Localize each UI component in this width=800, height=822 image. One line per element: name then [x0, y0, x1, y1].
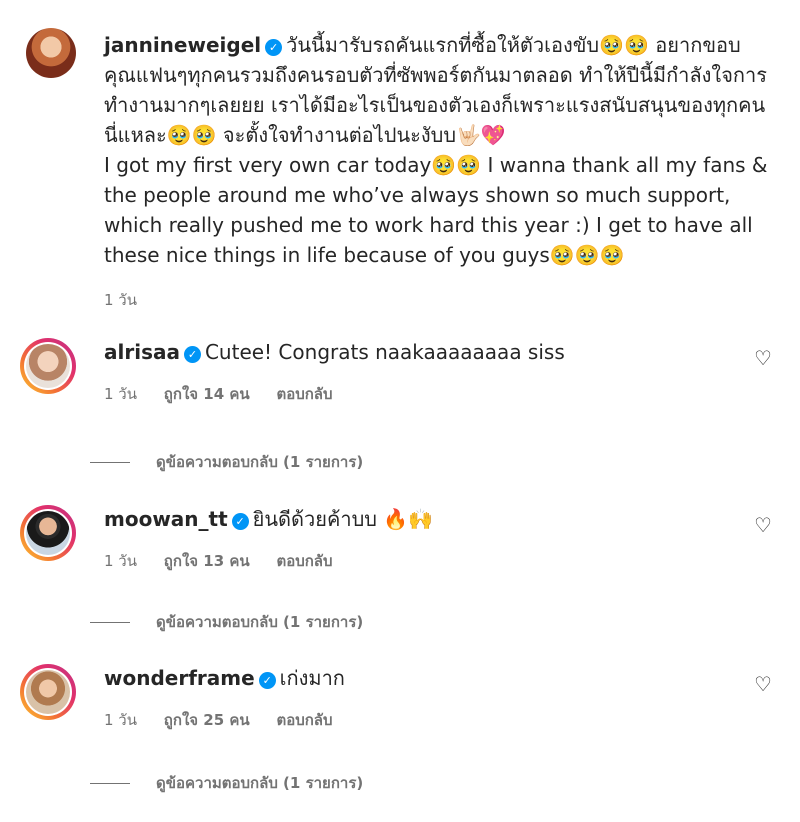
- heart-outline-icon[interactable]: ♡: [754, 348, 774, 368]
- comment-content: เก่งมาก: [279, 666, 345, 690]
- view-replies-button[interactable]: ดูข้อความตอบกลับ (1 รายการ): [90, 610, 363, 634]
- comment-likes[interactable]: ถูกใจ 14 คน: [164, 385, 250, 403]
- view-replies-label[interactable]: ดูข้อความตอบกลับ (1 รายการ): [156, 771, 363, 795]
- heart-outline-icon[interactable]: ♡: [754, 674, 774, 694]
- comment-time: 1 วัน: [104, 552, 137, 570]
- replies-divider: [90, 621, 130, 623]
- author-username[interactable]: jannineweigel: [104, 33, 261, 57]
- commenter-username[interactable]: moowan_tt: [104, 507, 228, 531]
- caption-text-en: I got my first very own car today🥹🥹 I wa…: [104, 153, 768, 267]
- verified-badge-icon: ✓: [183, 346, 201, 363]
- reply-button[interactable]: ตอบกลับ: [276, 711, 332, 729]
- view-replies-label[interactable]: ดูข้อความตอบกลับ (1 รายการ): [156, 450, 363, 474]
- comment-text: alrisaa ✓ Cutee! Congrats naakaaaaaaaa sis…: [104, 338, 704, 366]
- view-replies-label[interactable]: ดูข้อความตอบกลับ (1 รายการ): [156, 610, 363, 634]
- view-replies-button[interactable]: ดูข้อความตอบกลับ (1 รายการ): [90, 450, 363, 474]
- author-avatar[interactable]: [26, 28, 76, 78]
- replies-divider: [90, 461, 130, 463]
- view-replies-button[interactable]: ดูข้อความตอบกลับ (1 รายการ): [90, 771, 363, 795]
- commenter-avatar[interactable]: [20, 338, 76, 394]
- comment-meta: 1 วัน ถูกใจ 13 คน ตอบกลับ: [104, 549, 704, 573]
- commenter-avatar[interactable]: [20, 505, 76, 561]
- replies-divider: [90, 782, 130, 784]
- comment-body: alrisaa ✓ Cutee! Congrats naakaaaaaaaa sis…: [104, 338, 704, 406]
- comment-meta: 1 วัน ถูกใจ 25 คน ตอบกลับ: [104, 708, 704, 732]
- reply-button[interactable]: ตอบกลับ: [276, 552, 332, 570]
- commenter-username[interactable]: wonderframe: [104, 666, 255, 690]
- comment-content: ยินดีด้วยค้าบบ 🔥🙌: [252, 507, 434, 531]
- commenter-username[interactable]: alrisaa: [104, 340, 180, 364]
- comment-text: moowan_tt ✓ ยินดีด้วยค้าบบ 🔥🙌: [104, 505, 704, 533]
- verified-badge-icon: ✓: [258, 672, 276, 689]
- comment-text: wonderframe ✓ เก่งมาก: [104, 664, 704, 692]
- comment-meta: 1 วัน ถูกใจ 14 คน ตอบกลับ: [104, 382, 704, 406]
- comment-time: 1 วัน: [104, 711, 137, 729]
- comment-content: Cutee! Congrats naakaaaaaaaa siss: [204, 340, 565, 364]
- comment-body: wonderframe ✓ เก่งมาก 1 วัน ถูกใจ 25 คน ตอ…: [104, 664, 704, 732]
- caption-text-th: jannineweigel ✓ วันนี้มารับรถคันแรกที่ซื้อ…: [104, 30, 769, 150]
- verified-badge-icon: ✓: [231, 513, 249, 530]
- verified-badge-icon: ✓: [265, 39, 283, 56]
- comment-time: 1 วัน: [104, 385, 137, 403]
- comment-likes[interactable]: ถูกใจ 13 คน: [164, 552, 250, 570]
- heart-outline-icon[interactable]: ♡: [754, 515, 774, 535]
- commenter-avatar[interactable]: [20, 664, 76, 720]
- comment-body: moowan_tt ✓ ยินดีด้วยค้าบบ 🔥🙌 1 วัน ถูกใจ …: [104, 505, 704, 573]
- caption-time: 1 วัน: [104, 291, 137, 309]
- comment-likes[interactable]: ถูกใจ 25 คน: [164, 711, 250, 729]
- caption-body: jannineweigel ✓ วันนี้มารับรถคันแรกที่ซื้อ…: [104, 30, 769, 312]
- reply-button[interactable]: ตอบกลับ: [276, 385, 332, 403]
